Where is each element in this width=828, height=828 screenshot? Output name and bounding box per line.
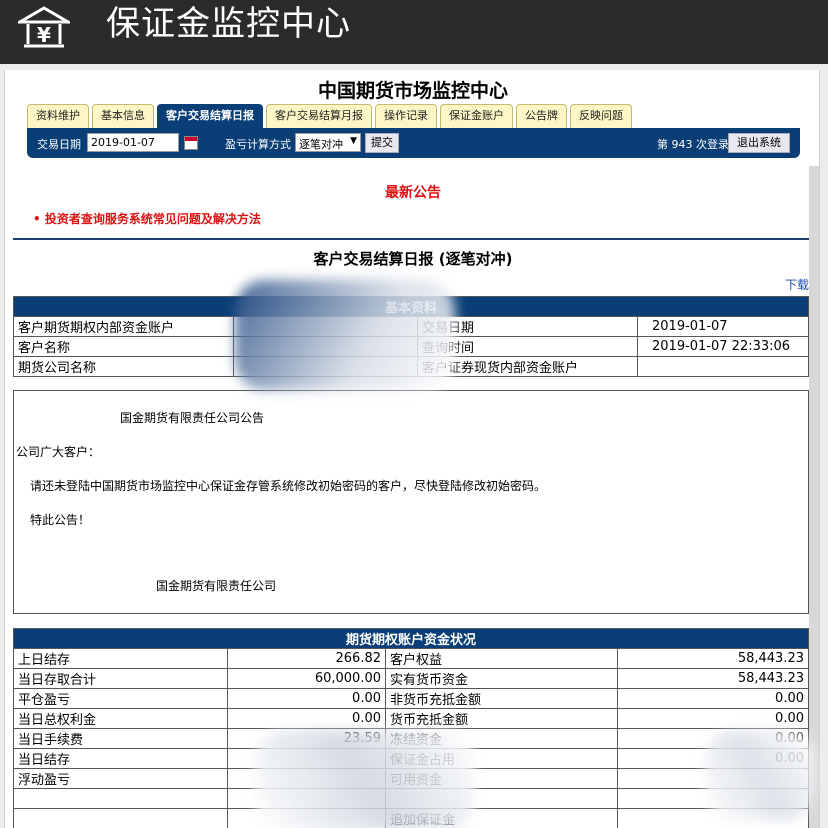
report-page: 中国期货市场监控中心 资料维护 基本信息 客户交易结算日报 客户交易结算月报 操… xyxy=(4,70,820,828)
trade-date-input[interactable] xyxy=(87,133,179,152)
login-count: 第 943 次登录 xyxy=(657,138,729,151)
redaction-smudge xyxy=(235,280,455,390)
table-cell: 浮动盈亏 xyxy=(13,768,228,789)
fund-status-header: 期货期权账户资金状况 xyxy=(13,628,809,649)
tab-bar: 资料维护 基本信息 客户交易结算日报 客户交易结算月报 操作记录 保证金账户 公… xyxy=(27,104,635,128)
table-cell: 非货币充抵金额 xyxy=(385,688,618,709)
tab-profile[interactable]: 资料维护 xyxy=(27,104,89,128)
announcement-signature: 国金期货有限责任公司 xyxy=(156,579,277,593)
table-cell: 58,443.23 xyxy=(617,648,809,669)
redaction-smudge xyxy=(255,730,475,828)
calc-method-value: 逐笔对冲 xyxy=(299,138,343,151)
date-label: 交易日期 xyxy=(37,138,81,151)
query-toolbar: 交易日期 盈亏计算方式 逐笔对冲 ▼ 提交 第 943 次登录 退出系统 xyxy=(27,128,800,158)
table-cell xyxy=(13,808,228,828)
download-link[interactable]: 下载 xyxy=(785,276,809,293)
table-cell: 0.00 xyxy=(227,708,386,729)
table-cell: 58,443.23 xyxy=(617,668,809,689)
table-row: 上日结存 266.82 客户权益 58,443.23 xyxy=(13,648,809,669)
tab-monthly-report[interactable]: 客户交易结算月报 xyxy=(266,104,372,128)
tab-basic-info[interactable]: 基本信息 xyxy=(92,104,154,128)
announcement-salutation: 公司广大客户： xyxy=(16,445,101,459)
table-cell xyxy=(13,788,228,809)
submit-button[interactable]: 提交 xyxy=(365,133,399,153)
tab-feedback[interactable]: 反映问题 xyxy=(570,104,632,128)
table-cell: 客户权益 xyxy=(385,648,618,669)
announcement-box: 国金期货有限责任公司公告 公司广大客户： 请还未登陆中国期货市场监控中心保证金存… xyxy=(13,390,809,614)
app-title: 保证金监控中心 xyxy=(106,4,351,44)
report-title: 客户交易结算日报 (逐笔对冲) xyxy=(313,250,513,268)
table-cell: 货币充抵金额 xyxy=(385,708,618,729)
table-row: 当日存取合计 60,000.00 实有货币资金 58,443.23 xyxy=(13,668,809,689)
svg-text:¥: ¥ xyxy=(37,23,51,47)
table-cell: 2019-01-07 22:33:06 xyxy=(637,336,809,357)
table-cell: 60,000.00 xyxy=(227,668,386,689)
announcement-body: 请还未登陆中国期货市场监控中心保证金存管系统修改初始密码的客户，尽快登陆修改初始… xyxy=(30,479,547,493)
tab-daily-report[interactable]: 客户交易结算日报 xyxy=(157,104,263,128)
page-heading: 中国期货市场监控中心 xyxy=(317,80,508,102)
announcement-closing: 特此公告！ xyxy=(30,513,91,527)
table-cell: 期货公司名称 xyxy=(13,356,234,377)
table-cell: 当日存取合计 xyxy=(13,668,228,689)
table-cell: 客户名称 xyxy=(13,336,234,357)
table-cell: 当日手续费 xyxy=(13,728,228,749)
content-frame: 中国期货市场监控中心 资料维护 基本信息 客户交易结算日报 客户交易结算月报 操… xyxy=(0,64,828,828)
tab-bulletin[interactable]: 公告牌 xyxy=(516,104,567,128)
notice-title: 最新公告 xyxy=(385,185,441,201)
redaction-smudge xyxy=(705,730,815,820)
table-row: 平仓盈亏 0.00 非货币充抵金额 0.00 xyxy=(13,688,809,709)
table-cell: 平仓盈亏 xyxy=(13,688,228,709)
table-cell: 2019-01-07 xyxy=(637,316,809,337)
app-bar: ¥ 保证金监控中心 xyxy=(0,0,828,64)
logout-button[interactable]: 退出系统 xyxy=(728,133,790,153)
tab-margin-account[interactable]: 保证金账户 xyxy=(440,104,513,128)
calendar-icon[interactable] xyxy=(184,136,198,150)
table-cell: 266.82 xyxy=(227,648,386,669)
table-row: 当日总权利金 0.00 货币充抵金额 0.00 xyxy=(13,708,809,729)
table-cell: 当日总权利金 xyxy=(13,708,228,729)
announcement-heading: 国金期货有限责任公司公告 xyxy=(120,411,265,425)
table-cell: 实有货币资金 xyxy=(385,668,618,689)
dropdown-arrow-icon: ▼ xyxy=(350,136,357,146)
table-cell: 上日结存 xyxy=(13,648,228,669)
tab-operation-log[interactable]: 操作记录 xyxy=(375,104,437,128)
divider xyxy=(13,238,809,240)
table-cell: 0.00 xyxy=(617,688,809,709)
table-cell: 0.00 xyxy=(617,708,809,729)
table-cell: 客户期货期权内部资金账户 xyxy=(13,316,234,337)
calc-method-label: 盈亏计算方式 xyxy=(225,138,291,151)
table-cell: 0.00 xyxy=(227,688,386,709)
table-cell: 当日结存 xyxy=(13,748,228,769)
notice-link[interactable]: • 投资者查询服务系统常见问题及解决方法 xyxy=(33,210,261,227)
bank-yen-icon: ¥ xyxy=(18,6,70,48)
table-cell xyxy=(637,356,809,377)
calc-method-select[interactable]: 逐笔对冲 ▼ xyxy=(295,133,361,152)
